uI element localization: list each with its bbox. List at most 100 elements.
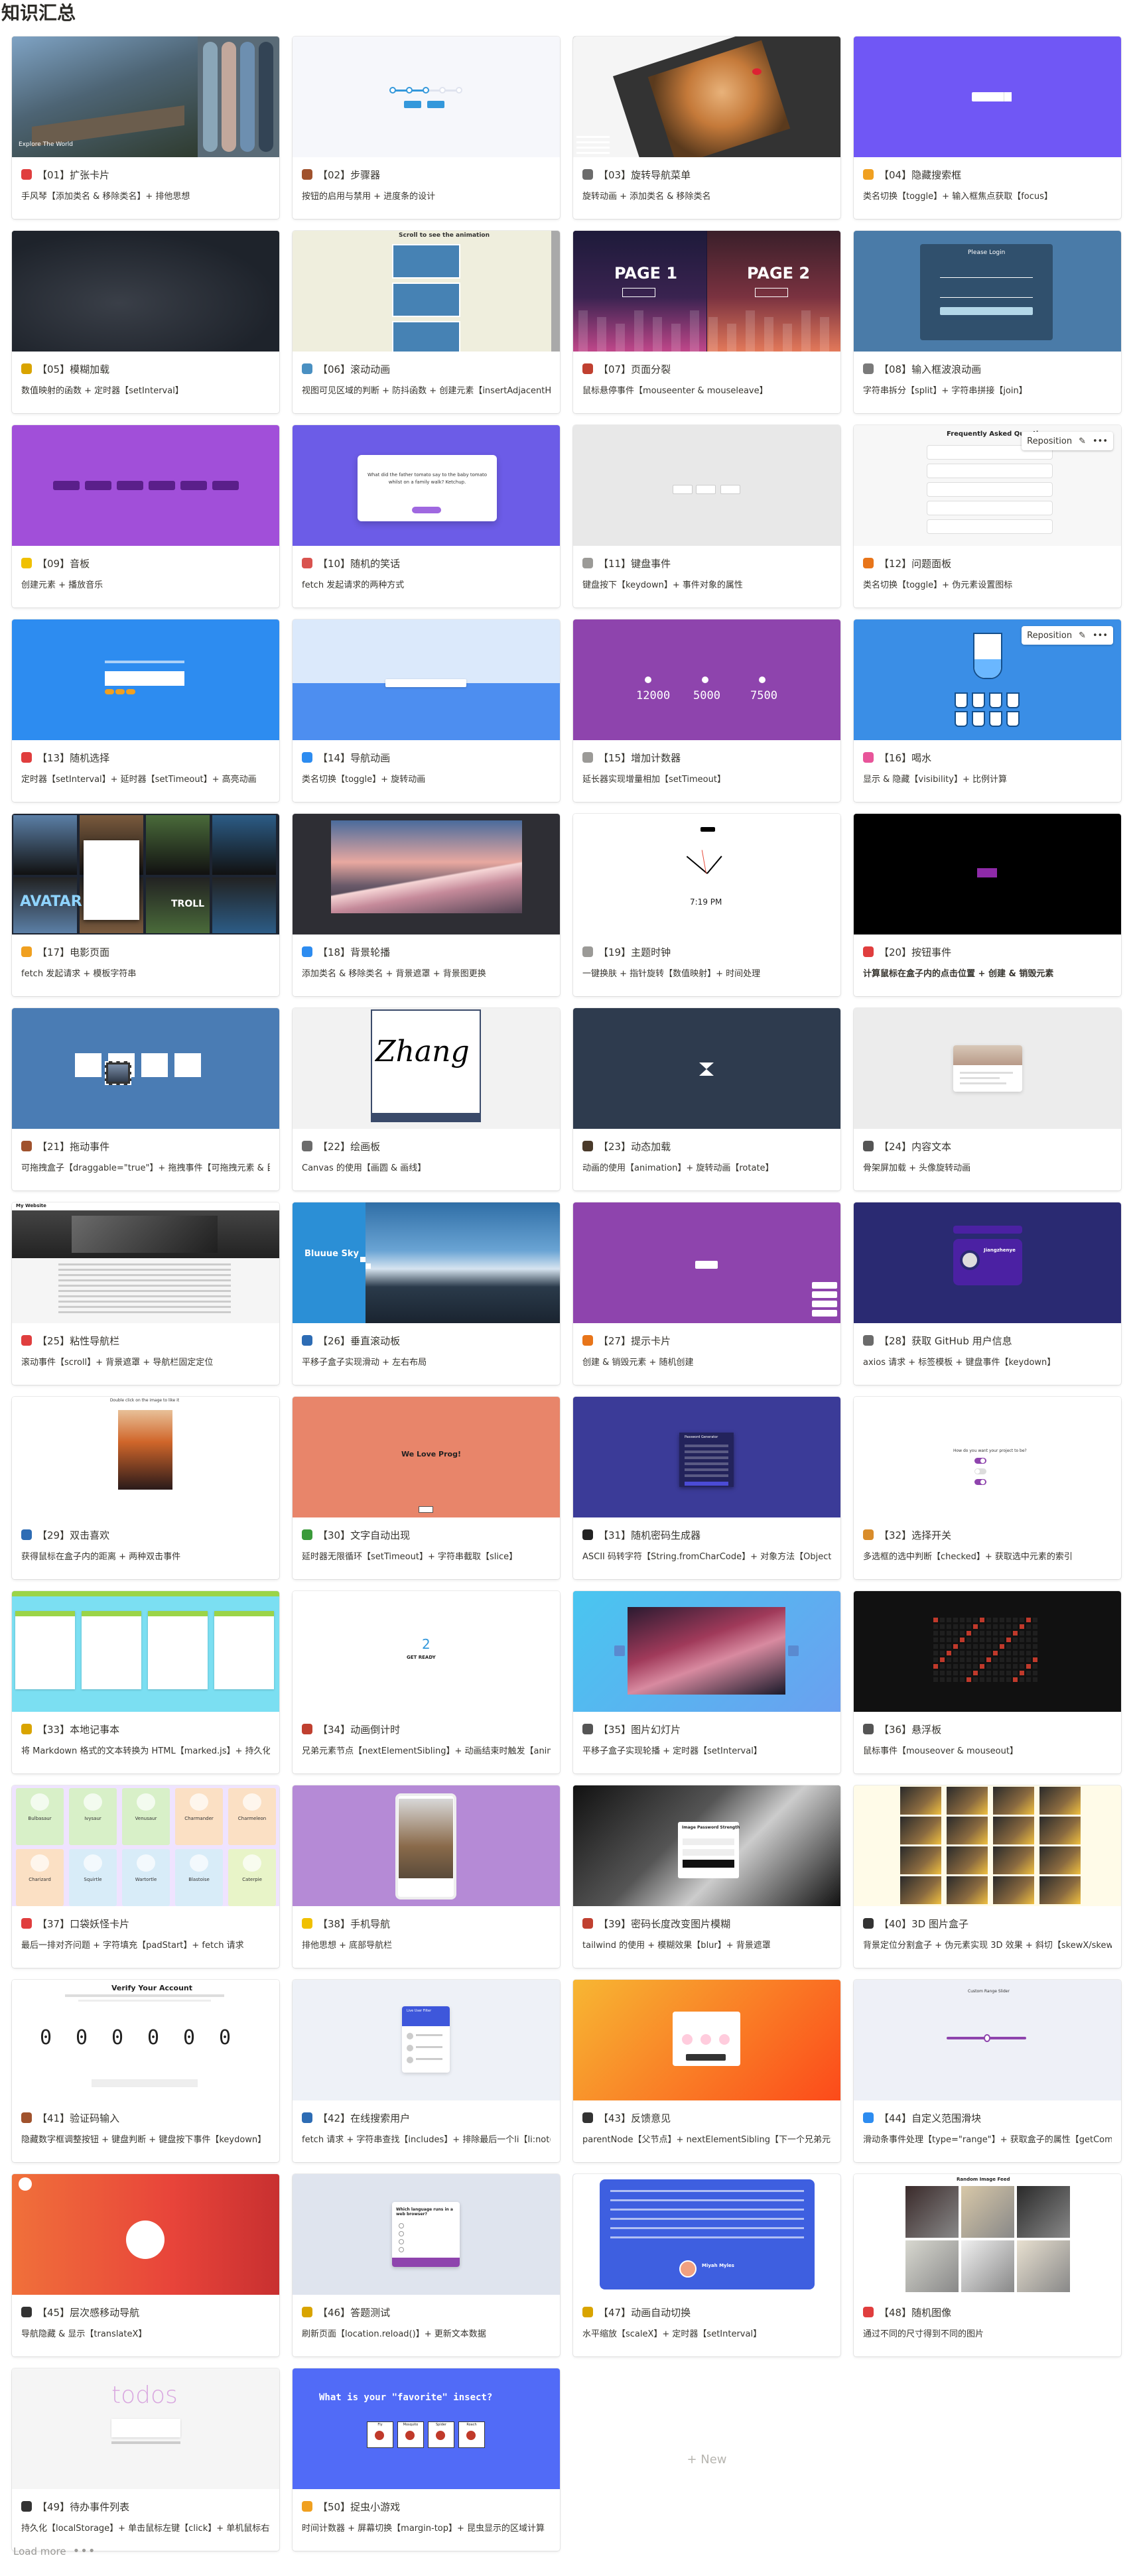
card-title-text: 【24】内容文本 (879, 1140, 952, 1153)
gallery-card[interactable]: 【14】导航动画 类名切换【toggle】+ 旋转动画 (293, 619, 560, 802)
thumb-shape (111, 2419, 180, 2437)
gallery-card[interactable]: Image Password Strength 【39】密码长度改变图片模糊 tai… (573, 1785, 840, 1968)
gallery-card[interactable]: 【02】步骤器 按钮的启用与禁用 + 进度条的设计 (293, 36, 560, 219)
gallery-card[interactable]: Live User Filter 【42】在线搜索用户 fetch 请求 + 字符串… (293, 1980, 560, 2162)
gallery-card[interactable]: Double click on the image to like it 【29】… (12, 1397, 279, 1579)
gallery-card[interactable]: 【35】图片幻灯片 平移子盒子实现轮播 + 定时器【setInterval】 (573, 1591, 840, 1773)
gallery-card[interactable]: 2 GET READY 【34】动画倒计时 兄弟元素节点【nextElementSib… (293, 1591, 560, 1773)
pencil-icon[interactable]: ✎ (1079, 631, 1086, 641)
more-icon[interactable]: ••• (1093, 436, 1108, 446)
gallery-card[interactable]: 【18】背景轮播 添加类名 & 移除类名 + 背景遮罩 + 背景图更换 (293, 814, 560, 996)
gallery-card[interactable]: How do you want your project to be? 【32】选… (854, 1397, 1121, 1579)
card-title: 【06】滚动动画 (302, 361, 551, 377)
gallery-card[interactable]: Please Login 【08】输入框波浪动画 字符串拆分【split】+ 字符串… (854, 231, 1121, 413)
thumb-shape (993, 1631, 998, 1636)
gallery-card[interactable]: 【09】音板 创建元素 + 播放音乐 (12, 425, 279, 608)
card-title: 【22】绘画板 (302, 1138, 551, 1154)
thumb-shape (293, 619, 560, 683)
gallery-card[interactable]: 【45】层次感移动导航 导航隐藏 & 显示【translateX】 (12, 2174, 279, 2356)
gallery-card[interactable]: My Website 【25】粘性导航栏 滚动事件【scroll】+ 背景遮罩 + … (12, 1202, 279, 1385)
gallery-card[interactable]: 【38】手机导航 排他思想 + 底部导航栏 (293, 1785, 560, 1968)
card-description: fetch 请求 + 字符串查找【includes】+ 排除最后一个li【li:… (302, 2135, 551, 2145)
gallery-card[interactable]: What is your "favorite" insect? Fly Mosqui… (293, 2368, 560, 2551)
gallery-card[interactable]: todos 【49】待办事件列表 持久化【localStorage】+ 单击鼠标左键… (12, 2368, 279, 2551)
thumb-shape (1026, 1631, 1031, 1636)
thumb-shape (980, 1657, 984, 1662)
pencil-icon[interactable]: ✎ (1079, 436, 1086, 446)
thumb-shape (597, 317, 606, 352)
thumb-shape (933, 1664, 938, 1669)
thumb-shape (947, 1651, 951, 1655)
gallery-card[interactable]: Jiangzhenye 【28】获取 GitHub 用户信息 axios 请求 + … (854, 1202, 1121, 1385)
gallery-card[interactable]: 【24】内容文本 骨架屏加载 + 头像旋转动画 (854, 1008, 1121, 1191)
gallery-card[interactable]: Reposition ✎ ••• 【16】喝水 显示 & 隐藏【visibility】+… (854, 619, 1121, 802)
card-caption: 【17】电影页面 fetch 发起请求 + 模板字符串 (12, 934, 279, 996)
gallery-card[interactable]: 【36】悬浮板 鼠标事件【mouseover & mouseout】 (854, 1591, 1121, 1773)
cover-toolbar[interactable]: Reposition ✎ ••• (1022, 626, 1113, 645)
more-options-icon[interactable]: ••• (73, 2544, 96, 2558)
gallery-card[interactable]: 【23】动态加载 动画的使用【animation】+ 旋转动画【rotate】 (573, 1008, 840, 1191)
thumb-shape (1013, 1631, 1018, 1636)
gallery-card[interactable]: 【40】3D 图片盒子 背景定位分割盒子 + 伪元素实现 3D 效果 + 斜切【s… (854, 1785, 1121, 1968)
box-icon (582, 1141, 593, 1151)
gallery-card[interactable]: PAGE 1 PAGE 2 【07】页面分裂 鼠标悬停事件【mouseenter & … (573, 231, 840, 413)
gallery-card[interactable]: Password Generator 【31】随机密码生成器 ASCII 码转字符【… (573, 1397, 840, 1579)
gallery-card[interactable]: 【43】反馈意见 parentNode【父节点】+ nextElementSibl… (573, 1980, 840, 2162)
card-caption: 【08】输入框波浪动画 字符串拆分【split】+ 字符串拼接【join】 (854, 352, 1121, 413)
card-title-text: 【11】键盘事件 (598, 557, 671, 570)
gallery-card[interactable]: Bulbasaur Ivysaur Venusaur Charmander Charme… (12, 1785, 279, 1968)
gallery-card[interactable]: 【13】随机选择 定时器【setInterval】+ 延时器【setTimeout… (12, 619, 279, 802)
cover-toolbar[interactable]: Reposition ✎ ••• (1022, 432, 1113, 450)
gallery-card[interactable]: What did the father tomato say to the ba… (293, 425, 560, 608)
load-more-button[interactable]: Load more ••• (13, 2544, 96, 2558)
card-description: 隐藏数字框调整按钮 + 键盘判断 + 键盘按下事件【keydown】 (21, 2135, 267, 2145)
gallery-card[interactable]: 【33】本地记事本将 Markdown 格式的文本转换为 HTML【marked… (12, 1591, 279, 1773)
thumb-shape (407, 2045, 413, 2051)
card-caption: 【31】随机密码生成器 ASCII 码转字符【String.fromCharCod… (573, 1517, 840, 1579)
smile-icon (302, 2501, 312, 2512)
reposition-button[interactable]: Reposition (1027, 436, 1072, 446)
card-title-text: 【47】动画自动切换 (598, 2306, 691, 2319)
thumb-shape (456, 87, 462, 94)
gallery-card[interactable]: 【27】提示卡片 创建 & 销毁元素 + 随机创建 (573, 1202, 840, 1385)
card-caption: 【03】旋转导航菜单 旋转动画 + 添加类名 & 移除类名 (573, 157, 840, 219)
gallery-card[interactable]: Explore The World 【01】扩张卡片 手风琴【添加类名 & 移除类名… (12, 36, 279, 219)
gallery-card[interactable]: Zhang 【22】绘画板 Canvas 的使用【画圆 & 画线】 (293, 1008, 560, 1191)
thumb-shape (986, 1677, 991, 1682)
gallery-card[interactable]: 【03】旋转导航菜单 旋转动画 + 添加类名 & 移除类名 (573, 36, 840, 219)
card-cover (293, 619, 560, 740)
card-cover: Bulbasaur Ivysaur Venusaur Charmander Charme… (12, 1785, 279, 1906)
gallery-card[interactable]: Scroll to see the animation 【06】滚动动画 视图可见区… (293, 231, 560, 413)
gallery-card[interactable]: AVATAR TROLL 【17】电影页面 fetch 发起请求 + 模板字符串 (12, 814, 279, 996)
thumb-shape (960, 1651, 965, 1655)
gallery-card[interactable]: Which language runs in a web browser? 【46… (293, 2174, 560, 2356)
thumb-shape (933, 1651, 938, 1655)
gallery-card[interactable]: Verify Your Account 0 0 0 0 0 0 【41】验证码输入 隐藏数字框调… (12, 1980, 279, 2162)
thumb-shape (174, 1053, 201, 1077)
card-title-text: 【01】扩张卡片 (37, 168, 110, 181)
reposition-button[interactable]: Reposition (1027, 631, 1072, 641)
more-icon[interactable]: ••• (1093, 631, 1108, 641)
load-more-label: Load more (13, 2545, 66, 2557)
thumb-shape (1020, 1618, 1024, 1622)
gallery-card[interactable]: 【20】按钮事件 计算鼠标在盒子内的点击位置 + 创建 & 销毁元素 (854, 814, 1121, 996)
gallery-card[interactable]: 【05】模糊加载 数值映射的函数 + 定时器【setInterval】 (12, 231, 279, 413)
gallery-card[interactable]: Bluuue Sky 【26】垂直滚动板 平移子盒子实现滑动 + 左右布局 (293, 1202, 560, 1385)
new-card-button[interactable]: + New (573, 2368, 840, 2551)
gallery-card[interactable]: 【21】拖动事件 可拖拽盒子【draggable="true"】+ 拖拽事件【可拖… (12, 1008, 279, 1191)
thumb-shape (940, 1677, 945, 1682)
gallery-card[interactable]: We Love Prog! 【30】文字自动出现 延时器无限循环【setTimeou… (293, 1397, 560, 1579)
card-title: 【44】自定义范围滑块 (863, 2110, 1112, 2126)
gallery-card[interactable]: Custom Range Slider 【44】自定义范围滑块 滑动条事件处理【ty… (854, 1980, 1121, 2162)
gallery-card[interactable]: 12000 5000 7500 【15】增加计数器 延长器实现增量相加【setTimeo… (573, 619, 840, 802)
gallery-card[interactable]: Miyah Myles 【47】动画自动切换 水平缩放【scaleX】+ 定时器【s… (573, 2174, 840, 2356)
gallery-card[interactable]: Frequently Asked Questions Reposition ✎ •••… (854, 425, 1121, 608)
thumb-shape (115, 689, 125, 694)
gallery-card[interactable]: 7:19 PM 【19】主题时钟 一键换肤 + 指针旋转【数值映射】+ 时间处理 (573, 814, 840, 996)
card-cover (573, 1008, 840, 1129)
gallery-card[interactable]: 【04】隐藏搜索框 类名切换【toggle】+ 输入框焦点获取【focus】 (854, 36, 1121, 219)
gallery-card[interactable]: 【11】键盘事件 键盘按下【keydown】+ 事件对象的属性 (573, 425, 840, 608)
card-title: 【46】答题测试 (302, 2304, 551, 2320)
gallery-card[interactable]: Random Image Feed 【48】随机图像 通过不同的尺寸得到不同的图片 (854, 2174, 1121, 2356)
card-caption: 【46】答题测试 刷新页面【location.reload()】+ 更新文本数据 (293, 2295, 560, 2356)
